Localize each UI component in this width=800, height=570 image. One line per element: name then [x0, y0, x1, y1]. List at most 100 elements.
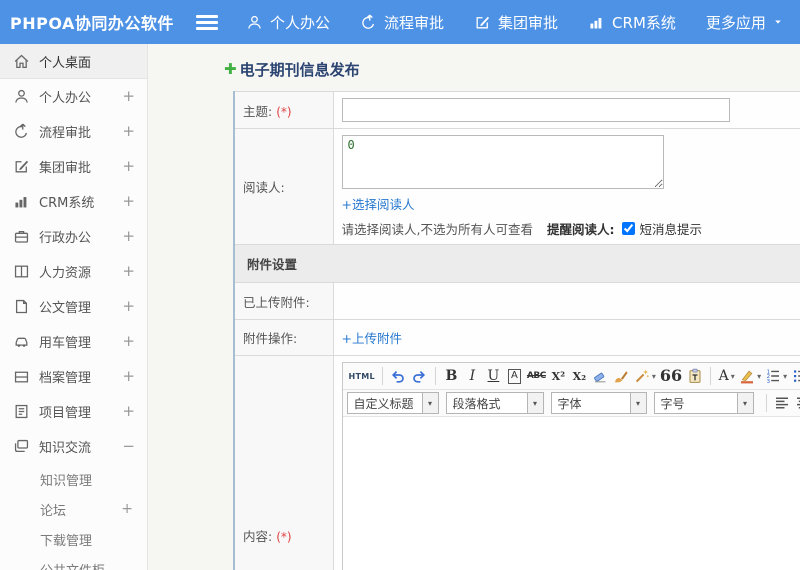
sidebar-item-download-management[interactable]: 下载管理 — [0, 524, 147, 554]
redo-icon — [411, 368, 427, 384]
menu-toggle-button[interactable] — [196, 12, 222, 32]
sidebar-item-personal-office[interactable]: 个人办公 + — [0, 79, 147, 114]
caret-down-icon[interactable]: ▾ — [526, 393, 543, 413]
sidebar-item-document-management[interactable]: 公文管理 + — [0, 289, 147, 324]
chart-icon — [588, 14, 605, 31]
sidebar-label-download-management: 下载管理 — [40, 533, 93, 549]
upload-attachment-link[interactable]: +上传附件 — [342, 328, 402, 347]
editor-content-area[interactable] — [342, 417, 800, 570]
caret-down-icon — [773, 17, 783, 27]
sms-checkbox[interactable] — [622, 222, 636, 235]
readers-label: 阅读人: — [233, 128, 334, 245]
sidebar-item-workflow-approval[interactable]: 流程审批 + — [0, 114, 147, 149]
blockquote-button[interactable]: 66 — [658, 365, 684, 387]
caret-down-icon[interactable]: ▾ — [421, 393, 438, 413]
sidebar-item-group-approval[interactable]: 集团审批 + — [0, 149, 147, 184]
main-content: ✚ 电子期刊信息发布 主题: (*) 阅读人: 0 +选择阅读人 请选择阅读人,… — [148, 44, 800, 570]
sidebar-label-vehicle-management: 用车管理 — [39, 336, 92, 351]
sidebar-item-archive-management[interactable]: 档案管理 + — [0, 359, 147, 394]
caret-down-icon: ▾ — [757, 371, 762, 381]
html-source-button[interactable]: HTML — [347, 365, 377, 387]
sidebar-item-crm-system[interactable]: CRM系统 + — [0, 184, 147, 219]
font-size-select[interactable]: 字号 ▾ — [653, 392, 754, 414]
caret-down-icon[interactable]: ▾ — [736, 393, 753, 413]
expander-project-management[interactable]: + — [122, 404, 135, 419]
sidebar-item-vehicle-management[interactable]: 用车管理 + — [0, 324, 147, 359]
custom-title-select[interactable]: 自定义标题 ▾ — [346, 392, 439, 414]
superscript-button[interactable]: X² — [548, 365, 569, 387]
book-icon — [13, 263, 30, 280]
underline-button[interactable]: U — [483, 365, 504, 387]
highlight-color-button[interactable]: ▾ — [737, 365, 763, 387]
sidebar-item-forum[interactable]: 论坛 + — [0, 494, 147, 524]
strikethrough-button[interactable]: ABC — [525, 365, 548, 387]
select-readers-link[interactable]: +选择阅读人 — [342, 194, 415, 213]
sidebar-item-project-management[interactable]: 项目管理 + — [0, 394, 147, 429]
font-color-button[interactable]: A ▾ — [716, 365, 737, 387]
svg-text:3: 3 — [767, 379, 770, 384]
redo-button[interactable] — [409, 365, 430, 387]
add-icon: ✚ — [224, 59, 237, 78]
bold-button[interactable]: B — [441, 365, 462, 387]
undo-button[interactable] — [388, 365, 409, 387]
sidebar-label-personal-office: 个人办公 — [39, 91, 92, 106]
unordered-list-icon — [792, 368, 800, 384]
sidebar-item-human-resources[interactable]: 人力资源 + — [0, 254, 147, 289]
expander-archive-management[interactable]: + — [122, 369, 135, 384]
chat-icon — [13, 438, 30, 455]
expander-document-management[interactable]: + — [122, 299, 135, 314]
expander-knowledge-exchange[interactable]: − — [122, 439, 135, 454]
nav-crm-system[interactable]: CRM系统 — [588, 12, 676, 33]
nav-workflow-approval[interactable]: 流程审批 — [360, 12, 444, 33]
briefcase-icon — [13, 228, 30, 245]
user-icon — [13, 88, 30, 105]
label-underline-button: U — [487, 368, 500, 384]
expander-personal-office[interactable]: + — [122, 89, 135, 104]
nav-group-approval[interactable]: 集团审批 — [474, 12, 558, 33]
expander-group-approval[interactable]: + — [122, 159, 135, 174]
ordered-list-icon: 123 — [765, 368, 781, 384]
expander-vehicle-management[interactable]: + — [122, 334, 135, 349]
sidebar-item-knowledge-management[interactable]: 知识管理 — [0, 464, 147, 494]
editor-toolbar-row1: HTML B I U A ABC X² X₂ ▾ 66 A ▾ ▾ 1 2 3 ▾ — [342, 363, 800, 390]
paste-text-button[interactable] — [684, 365, 705, 387]
readers-textarea[interactable]: 0 — [341, 135, 664, 189]
sidebar-label-human-resources: 人力资源 — [39, 266, 92, 281]
expander-workflow-approval[interactable]: + — [122, 124, 135, 139]
toolbar-separator — [434, 367, 436, 385]
sidebar-item-admin-office[interactable]: 行政办公 + — [0, 219, 147, 254]
nav-more-apps[interactable]: 更多应用 — [706, 12, 783, 33]
italic-button[interactable]: I — [462, 365, 483, 387]
auto-typeset-button[interactable]: ▾ — [632, 365, 658, 387]
font-family-select[interactable]: 字体 ▾ — [550, 392, 647, 414]
nav-label-group-approval: 集团审批 — [498, 13, 559, 32]
align-center-button[interactable] — [793, 392, 800, 414]
rich-text-editor: HTML B I U A ABC X² X₂ ▾ 66 A ▾ ▾ 1 2 3 ▾ 自定义标题 ▾ 段落格式 ▾ 字体 ▾… — [341, 362, 800, 570]
subject-input[interactable] — [341, 98, 730, 122]
expander-admin-office[interactable]: + — [122, 229, 135, 244]
toolbar-separator — [765, 394, 767, 412]
expander-crm-system[interactable]: + — [122, 194, 135, 209]
remove-format-button[interactable] — [590, 365, 611, 387]
sidebar-item-knowledge-exchange[interactable]: 知识交流 − — [0, 429, 147, 464]
sidebar-item-public-file-cabinet[interactable]: 公共文件柜 — [0, 554, 147, 570]
unordered-list-button[interactable] — [789, 365, 800, 387]
toolbar-separator — [710, 367, 712, 385]
nav-personal-office[interactable]: 个人办公 — [246, 12, 330, 33]
expander-forum[interactable]: + — [121, 502, 133, 516]
format-painter-button[interactable] — [611, 365, 632, 387]
expander-human-resources[interactable]: + — [122, 264, 135, 279]
sidebar-item-personal-desktop[interactable]: 个人桌面 — [0, 44, 147, 79]
paragraph-format-select[interactable]: 段落格式 ▾ — [445, 392, 544, 414]
edit-icon — [474, 14, 491, 31]
page-title: 电子期刊信息发布 — [239, 60, 360, 79]
value-paragraph-format-select: 段落格式 — [452, 396, 501, 411]
flow-icon — [13, 123, 30, 140]
publish-form: 主题: (*) 阅读人: 0 +选择阅读人 请选择阅读人,不选为所有人可查看 提… — [233, 91, 800, 570]
subject-label: 主题: (*) — [233, 91, 334, 129]
subscript-button[interactable]: X₂ — [569, 365, 590, 387]
ordered-list-button[interactable]: 1 2 3 ▾ — [763, 365, 789, 387]
align-left-button[interactable] — [772, 392, 793, 414]
caret-down-icon[interactable]: ▾ — [629, 393, 646, 413]
font-box-button[interactable]: A — [504, 365, 525, 387]
